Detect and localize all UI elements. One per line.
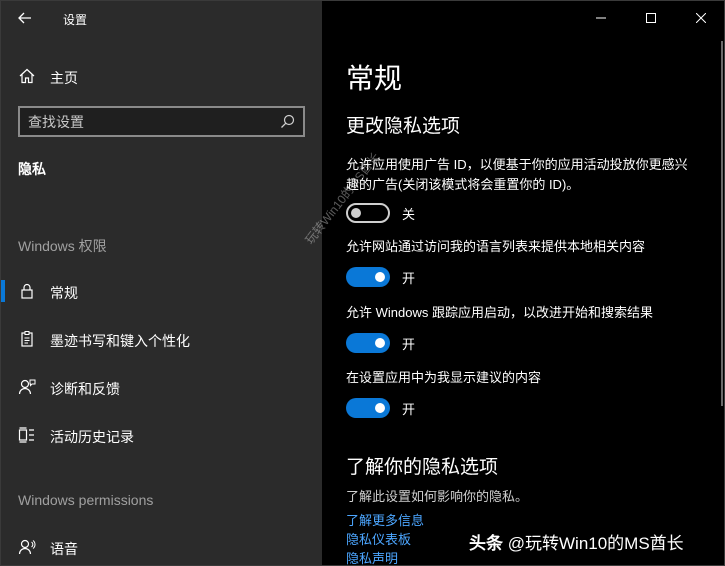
privacy-statement-link[interactable]: 隐私声明 — [346, 548, 398, 565]
person-feedback-icon — [18, 379, 36, 395]
back-button[interactable] — [11, 5, 39, 31]
clipboard-icon — [21, 331, 33, 347]
sidebar-item-home[interactable]: 主页 — [1, 60, 322, 92]
watermark-brand: 头条 — [469, 534, 503, 553]
sidebar-item-general[interactable]: 常规 — [1, 271, 322, 311]
lock-icon — [21, 283, 33, 299]
sidebar-item-label: 活动历史记录 — [50, 429, 134, 445]
section-heading: 更改隐私选项 — [346, 116, 461, 137]
toggle-state-label: 开 — [402, 336, 416, 352]
home-icon — [19, 68, 35, 84]
source-watermark: 头条 @玩转Win10的MS酋长 — [469, 529, 684, 554]
toggle-state-label: 开 — [402, 401, 416, 417]
setting-suggested-content-text: 在设置应用中为我显示建议的内容 — [346, 370, 542, 385]
maximize-button[interactable] — [626, 1, 676, 35]
scrollbar[interactable] — [721, 41, 723, 406]
toggle-state-label: 开 — [402, 270, 416, 286]
sidebar: 设置 主页 隐私 Windows 权限 常规 — [1, 1, 322, 565]
setting-suggested-content: 开 — [346, 397, 415, 419]
sidebar-item-label: 常规 — [50, 285, 78, 301]
setting-app-launch-tracking: 开 — [346, 332, 415, 354]
app-launch-tracking-toggle[interactable] — [346, 333, 390, 353]
settings-window: 设置 主页 隐私 Windows 权限 常规 — [0, 0, 725, 566]
search-input[interactable] — [28, 113, 268, 131]
close-icon — [696, 13, 706, 23]
close-button[interactable] — [676, 1, 724, 35]
learn-heading: 了解你的隐私选项 — [346, 457, 499, 478]
window-controls — [576, 1, 724, 35]
setting-language-list-text: 允许网站通过访问我的语言列表来提供本地相关内容 — [346, 239, 646, 254]
advertising-id-toggle[interactable] — [346, 203, 390, 223]
title-bar: 设置 — [1, 1, 322, 35]
search-box[interactable] — [18, 106, 305, 137]
page-title: 常规 — [346, 63, 403, 94]
setting-app-launch-tracking-text: 允许 Windows 跟踪应用启动，以改进开始和搜索结果 — [346, 305, 653, 320]
current-section-title: 隐私 — [18, 161, 46, 177]
sidebar-item-label: 语音 — [50, 541, 78, 557]
sidebar-item-label: 墨迹书写和键入个性化 — [50, 333, 190, 349]
sidebar-item-speech[interactable]: 语音 — [1, 527, 322, 565]
setting-advertising-id: 关 — [346, 202, 415, 224]
maximize-icon — [646, 13, 656, 23]
toggle-state-label: 关 — [402, 206, 416, 222]
watermark-handle: @玩转Win10的MS酋长 — [507, 534, 684, 553]
search-icon[interactable] — [280, 114, 295, 129]
back-arrow-icon — [18, 12, 31, 24]
sidebar-item-diagnostics[interactable]: 诊断和反馈 — [1, 367, 322, 407]
minimize-button[interactable] — [576, 1, 626, 35]
timeline-icon — [18, 427, 34, 443]
sidebar-item-label: 主页 — [50, 70, 78, 86]
learn-text: 了解此设置如何影响你的隐私。 — [346, 489, 529, 504]
group-header-windows-permissions-cn: Windows 权限 — [18, 238, 107, 254]
language-list-toggle[interactable] — [346, 267, 390, 287]
main-content: 常规 更改隐私选项 允许应用使用广告 ID，以便基于你的应用活动投放你更感兴趣的… — [322, 1, 724, 565]
setting-language-list: 开 — [346, 266, 415, 288]
privacy-dashboard-link[interactable]: 隐私仪表板 — [346, 529, 411, 548]
minimize-icon — [596, 17, 606, 19]
sidebar-item-label: 诊断和反馈 — [50, 381, 120, 397]
setting-advertising-id-text: 允许应用使用广告 ID，以便基于你的应用活动投放你更感兴趣的广告(关闭该模式将会… — [346, 157, 688, 192]
sidebar-item-inking-typing[interactable]: 墨迹书写和键入个性化 — [1, 319, 322, 359]
group-header-windows-permissions: Windows permissions — [18, 492, 154, 508]
person-voice-icon — [18, 539, 36, 555]
learn-more-link[interactable]: 了解更多信息 — [346, 510, 424, 529]
sidebar-item-activity-history[interactable]: 活动历史记录 — [1, 415, 322, 455]
suggested-content-toggle[interactable] — [346, 398, 390, 418]
app-title: 设置 — [63, 13, 88, 27]
